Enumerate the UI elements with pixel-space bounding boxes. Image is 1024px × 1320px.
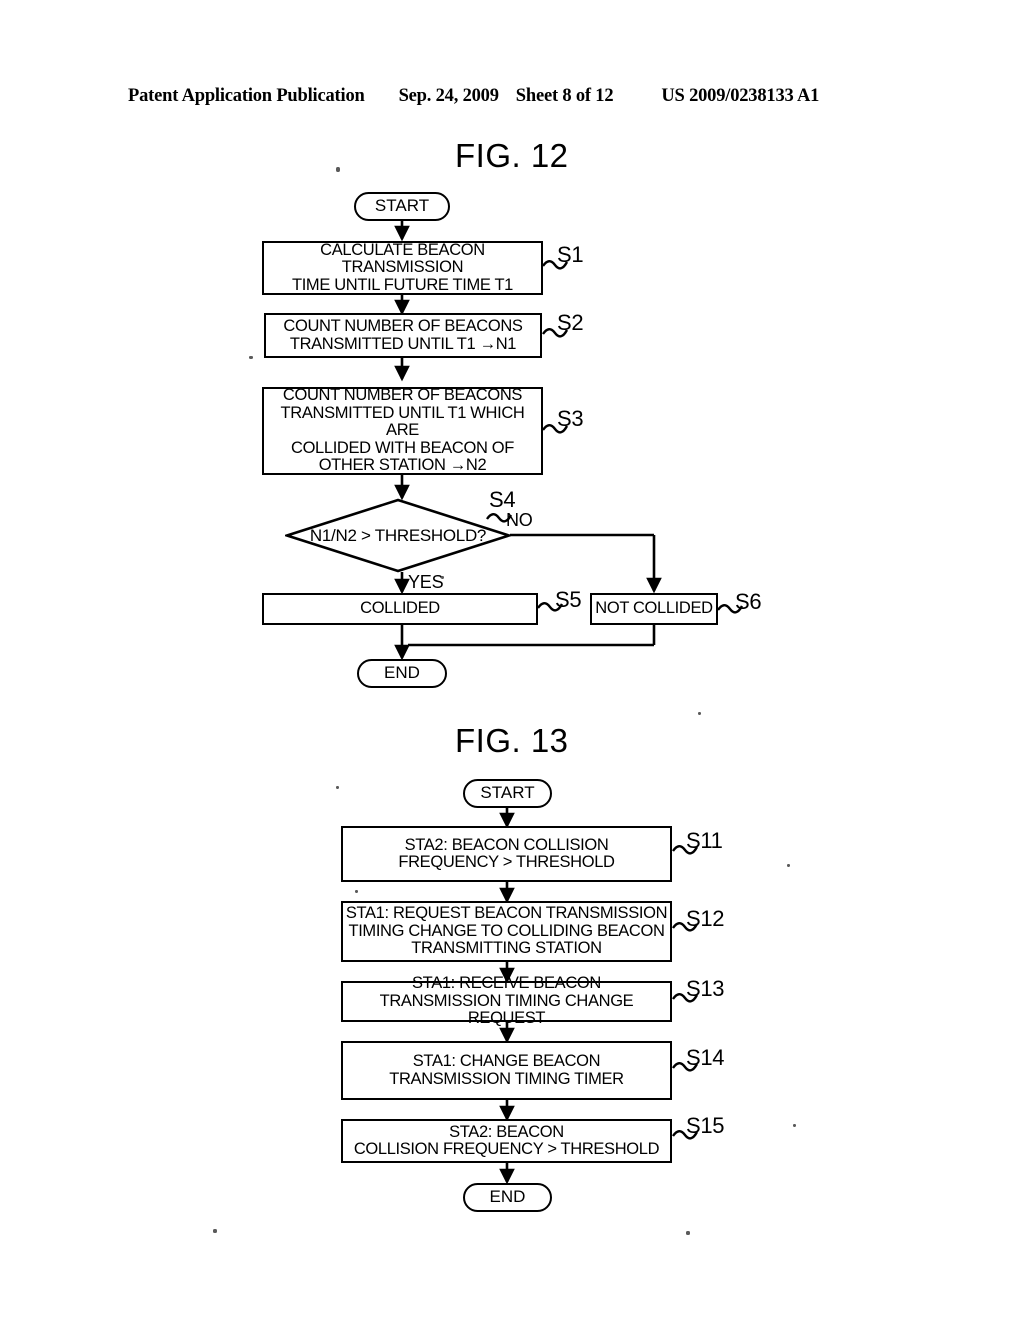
- scan-speck: [213, 1229, 217, 1233]
- fig12-step-ref-s3: S3: [557, 406, 584, 431]
- scan-speck: [336, 167, 340, 172]
- header-sheet-number: Sheet 8 of 12: [515, 86, 614, 106]
- fig13-step-s12-box: STA1: REQUEST BEACON TRANSMISSION TIMING…: [341, 901, 672, 962]
- fig12-step-s1-box: CALCULATE BEACON TRANSMISSION TIME UNTIL…: [262, 241, 543, 295]
- header-document-number: US 2009/0238133 A1: [661, 86, 820, 106]
- fig13-step-ref-s15: S15: [686, 1113, 725, 1138]
- fig12-decision-s4-label: N1/N2 > THRESHOLD?: [309, 525, 487, 545]
- fig13-start-terminal: START: [463, 779, 552, 808]
- figure-title-fig13: FIG. 13: [455, 722, 569, 759]
- fig12-step-s5-box: COLLIDED: [262, 593, 538, 625]
- fig12-step-ref-s5: S5: [555, 587, 582, 612]
- scan-speck: [336, 786, 339, 789]
- scan-speck: [698, 712, 701, 715]
- fig12-decision-s4: N1/N2 > THRESHOLD?: [282, 498, 514, 573]
- fig12-step-ref-s6: S6: [735, 589, 762, 614]
- scan-speck: [249, 356, 253, 359]
- fig12-start-terminal: START: [354, 192, 450, 221]
- header-publication-title: Patent Application Publication: [128, 86, 365, 106]
- fig13-step-s11-box: STA2: BEACON COLLISION FREQUENCY > THRES…: [341, 826, 672, 882]
- patent-page: Patent Application Publication Sep. 24, …: [0, 0, 1024, 1320]
- fig12-step-s2-box: COUNT NUMBER OF BEACONS TRANSMITTED UNTI…: [264, 313, 542, 358]
- fig12-step-ref-s1: S1: [557, 242, 584, 267]
- header-date: Sep. 24, 2009: [398, 86, 499, 106]
- fig13-step-s14-box: STA1: CHANGE BEACON TRANSMISSION TIMING …: [341, 1041, 672, 1100]
- fig12-step-s6-box: NOT COLLIDED: [590, 593, 718, 625]
- fig12-branch-no-label: NO: [506, 510, 533, 530]
- scan-speck: [793, 1124, 796, 1127]
- fig13-end-terminal: END: [463, 1183, 552, 1212]
- fig13-step-ref-s12: S12: [686, 906, 725, 931]
- fig13-step-ref-s14: S14: [686, 1045, 725, 1070]
- fig12-branch-yes-label: YES: [408, 572, 444, 592]
- fig12-end-terminal: END: [357, 659, 447, 688]
- fig13-step-s15-box: STA2: BEACON COLLISION FREQUENCY > THRES…: [341, 1119, 672, 1163]
- fig12-step-s3-box: COUNT NUMBER OF BEACONS TRANSMITTED UNTI…: [262, 387, 543, 475]
- fig12-step-ref-s2: S2: [557, 310, 584, 335]
- scan-speck: [441, 576, 444, 579]
- scan-speck: [787, 864, 790, 867]
- fig13-step-ref-s11: S11: [686, 828, 723, 853]
- fig13-step-ref-s13: S13: [686, 976, 725, 1001]
- scan-speck: [686, 1231, 690, 1235]
- fig13-step-s13-box: STA1: RECEIVE BEACON TRANSMISSION TIMING…: [341, 975, 672, 1027]
- scan-speck: [355, 890, 358, 893]
- page-header: Patent Application Publication Sep. 24, …: [128, 86, 896, 112]
- figure-title-fig12: FIG. 12: [455, 137, 569, 174]
